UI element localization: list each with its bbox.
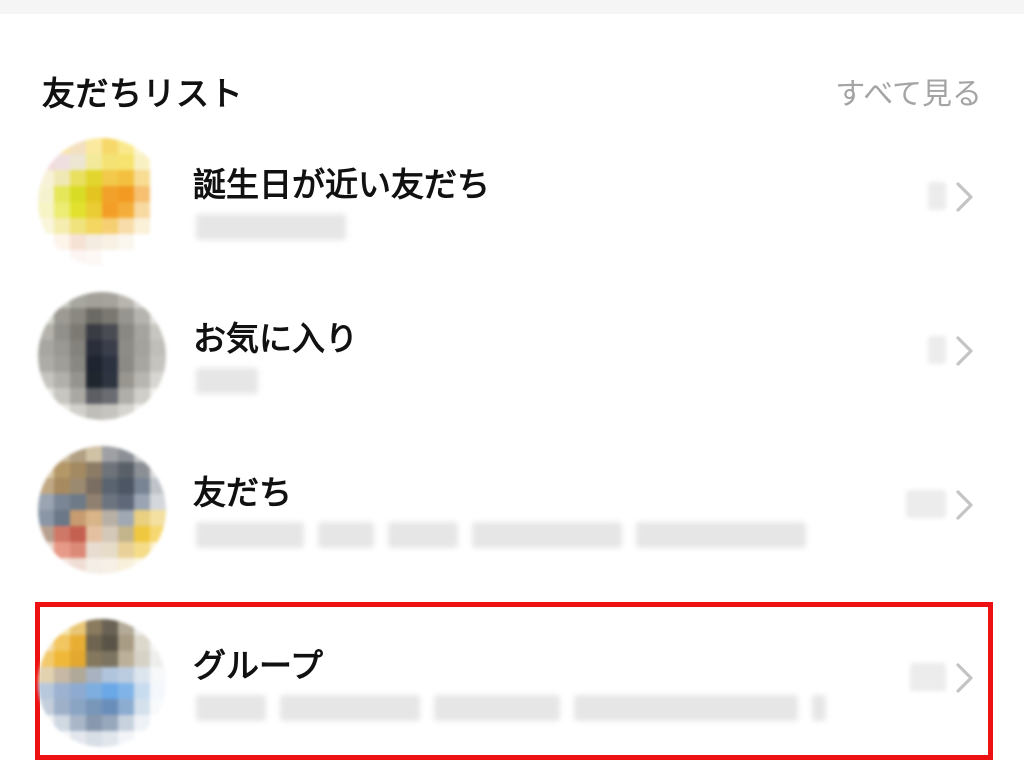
avatar — [38, 446, 166, 574]
row-title: グループ — [193, 646, 324, 685]
row-subtitle-redacted — [196, 518, 806, 552]
row-subtitle-redacted — [196, 210, 346, 244]
friend-list-header: 友だちリスト すべて見る — [42, 66, 982, 116]
row-title: お気に入り — [193, 319, 358, 358]
chevron-right-icon — [956, 182, 973, 212]
see-all-link[interactable]: すべて見る — [835, 69, 982, 113]
avatar — [38, 619, 166, 747]
chevron-right-icon — [956, 663, 973, 693]
count-badge-redacted — [906, 490, 946, 518]
list-row-birthday[interactable]: 誕生日が近い友だち — [38, 124, 990, 276]
chevron-right-icon — [956, 490, 973, 520]
row-title: 友だち — [193, 473, 292, 512]
top-divider-strip — [0, 0, 1024, 14]
count-badge-redacted — [928, 182, 946, 210]
chevron-right-icon — [956, 336, 973, 366]
list-row-favorites[interactable]: お気に入り — [38, 278, 990, 430]
count-badge-redacted — [928, 336, 946, 364]
row-title: 誕生日が近い友だち — [193, 165, 490, 204]
avatar — [38, 292, 166, 420]
row-subtitle-redacted — [196, 691, 826, 725]
avatar — [38, 138, 166, 266]
count-badge-redacted — [910, 663, 946, 691]
list-row-friends[interactable]: 友だち — [38, 432, 990, 584]
row-subtitle-redacted — [196, 364, 258, 398]
list-row-groups[interactable]: グループ — [35, 602, 993, 760]
section-title: 友だちリスト — [42, 74, 243, 113]
